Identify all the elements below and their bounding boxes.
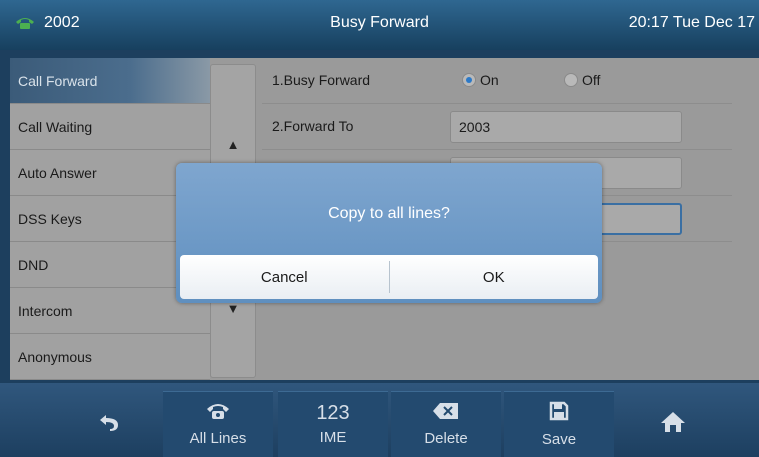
line-number: 2002 — [44, 14, 80, 31]
all-lines-button[interactable]: All Lines — [163, 391, 273, 457]
sidebar-item-label: DSS Keys — [18, 210, 82, 227]
confirm-dialog: Copy to all lines? Cancel OK — [176, 163, 602, 303]
forward-to-row: 2.Forward To 2003 — [262, 104, 732, 150]
save-icon — [549, 401, 569, 425]
sidebar-item-label: Auto Answer — [18, 164, 97, 181]
delete-button[interactable]: Delete — [391, 391, 501, 457]
save-button[interactable]: Save — [504, 391, 614, 457]
busy-forward-label: 1.Busy Forward — [272, 72, 371, 88]
sidebar-item-label: DND — [18, 256, 49, 273]
sidebar-item-call-forward[interactable]: Call Forward — [10, 58, 210, 104]
delete-label: Delete — [424, 430, 468, 447]
forward-to-label: 2.Forward To — [272, 118, 354, 134]
status-bar: 2002 Busy Forward 20:17 Tue Dec 17 — [0, 0, 759, 50]
home-icon — [660, 411, 686, 437]
sidebar-item-call-waiting[interactable]: Call Waiting — [10, 104, 210, 150]
phone-icon — [205, 402, 231, 424]
radio-off[interactable]: Off — [564, 72, 600, 88]
sidebar-item-label: Intercom — [18, 302, 73, 319]
ime-mode: 123 — [316, 402, 350, 424]
all-lines-label: All Lines — [189, 430, 247, 447]
forward-to-input[interactable]: 2003 — [450, 111, 682, 143]
home-button[interactable] — [618, 391, 728, 457]
ok-button[interactable]: OK — [390, 255, 599, 299]
ime-label: IME — [319, 429, 347, 446]
sidebar-item-label: Anonymous — [18, 348, 92, 365]
scroll-up-icon[interactable]: ▲ — [211, 137, 255, 152]
back-arrow-icon — [98, 412, 120, 436]
cancel-button[interactable]: Cancel — [180, 255, 389, 299]
sidebar-item-label: Call Waiting — [18, 118, 93, 135]
phone-icon — [14, 16, 36, 30]
dialog-message: Copy to all lines? — [328, 205, 450, 222]
radio-off-label: Off — [582, 72, 601, 88]
radio-unselected-icon — [564, 73, 578, 87]
sidebar-item-anonymous[interactable]: Anonymous — [10, 334, 210, 380]
softkey-bar: All Lines 123 IME Delete Save — [0, 383, 759, 457]
radio-on[interactable]: On — [462, 72, 499, 88]
sidebar-item-label: Call Forward — [18, 72, 98, 89]
clock: 20:17 Tue Dec 17 — [628, 14, 755, 31]
line-indicator: 2002 — [14, 14, 80, 32]
radio-on-label: On — [480, 72, 499, 88]
back-button[interactable] — [54, 391, 164, 457]
scroll-down-icon[interactable]: ▼ — [211, 301, 255, 316]
busy-forward-row: 1.Busy Forward On Off — [262, 58, 732, 104]
ime-button[interactable]: 123 IME — [278, 391, 388, 457]
dialog-buttons: Cancel OK — [180, 255, 598, 299]
save-label: Save — [541, 431, 577, 448]
backspace-icon — [432, 402, 460, 424]
radio-selected-icon — [462, 73, 476, 87]
